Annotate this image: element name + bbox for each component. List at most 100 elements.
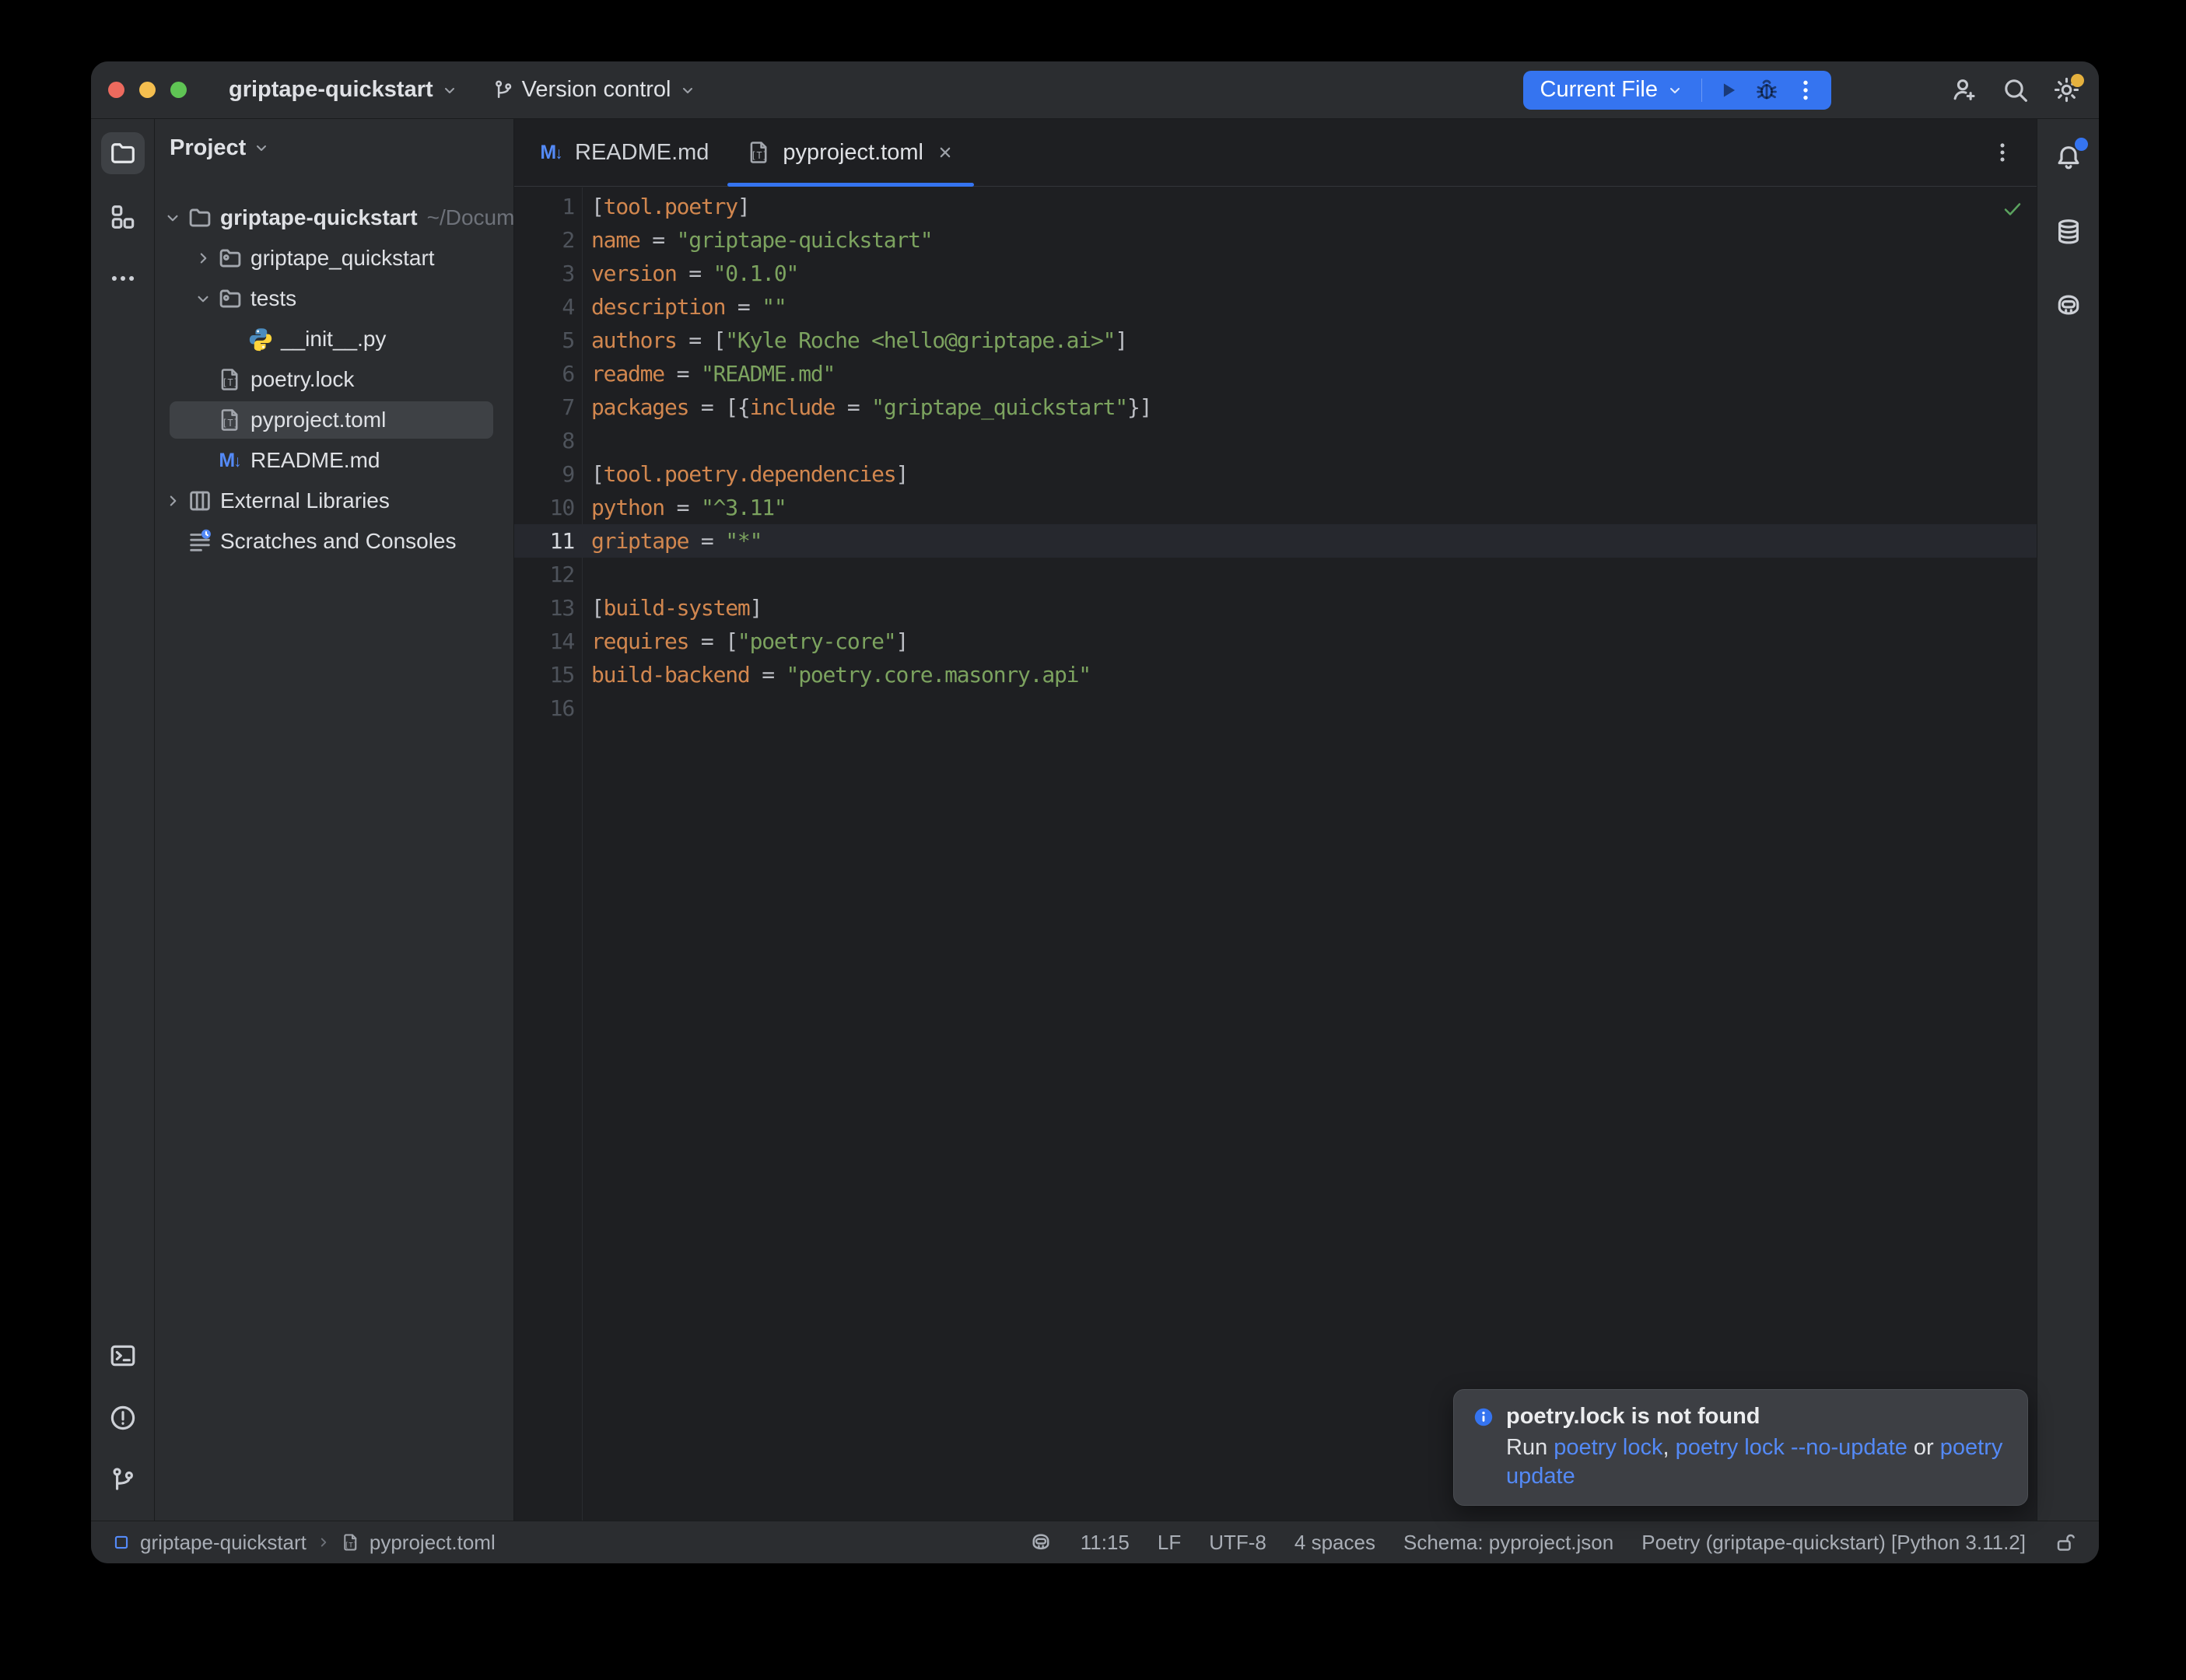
code-token: "poetry.core.masonry.api" [786,662,1091,688]
editor-tabs: M↓README.md[T]pyproject.toml [514,119,2037,187]
line-number: 8 [514,428,574,453]
breadcrumb-griptape-quickstart[interactable]: griptape-quickstart [140,1531,307,1555]
code-token: "griptape-quickstart" [677,227,933,253]
project-view-selector[interactable]: Project [155,119,513,177]
chevron-down-icon[interactable] [189,285,217,313]
close-tab-icon[interactable] [935,142,955,163]
notification-badge [2075,138,2088,151]
zoom-window-button[interactable] [170,82,187,98]
tree-item-label: __init__.py [281,327,386,352]
code-token: "griptape_quickstart" [871,394,1127,420]
chevron-right-icon[interactable] [189,244,217,272]
status-schema-pyproject-json[interactable]: Schema: pyproject.json [1403,1531,1613,1555]
line-number: 14 [514,628,574,654]
markdown-icon: M↓ [217,447,243,474]
tree-item-label: pyproject.toml [250,408,386,432]
tab-readme-md[interactable]: M↓README.md [520,119,727,186]
chevron-right-icon[interactable] [159,487,187,515]
problems-tool-button[interactable] [101,1397,145,1439]
code-token: "poetry-core" [737,628,896,654]
project-switcher[interactable]: griptape-quickstart [229,77,459,103]
breadcrumb-pyproject-toml[interactable]: pyproject.toml [370,1531,496,1555]
tab-options-icon[interactable] [1987,137,2018,168]
close-window-button[interactable] [108,82,124,98]
code-token: build-backend [591,662,750,688]
status-utf-8[interactable]: UTF-8 [1209,1531,1266,1555]
code-token: name [591,227,640,253]
tree-item-griptape-quickstart[interactable]: griptape-quickstart~/Docume [155,198,513,238]
tree-item-label: README.md [250,448,380,473]
code-line-text: build-backend = "poetry.core.masonry.api… [574,662,1091,688]
line-number: 7 [514,394,574,420]
code-token: [ [591,194,604,219]
tree-item-label: griptape-quickstart [220,205,418,230]
tree-item-external-libraries[interactable]: External Libraries [155,481,513,521]
status-11-15[interactable]: 11:15 [1081,1531,1130,1555]
structure-tool-button[interactable] [101,196,145,238]
code-token: description [591,294,725,320]
code-token: griptape [591,528,688,554]
status-poetry-griptape-quickstart-python-3-11-2[interactable]: Poetry (griptape-quickstart) [Python 3.1… [1641,1531,2026,1555]
minimize-window-button[interactable] [139,82,156,98]
tab-pyproject-toml[interactable]: [T]pyproject.toml [727,119,974,186]
project-tree: griptape-quickstart~/Docume griptape_quic… [155,198,513,562]
code-line-12: 12 [514,558,2037,591]
code-token: = [664,495,701,520]
tree-item-griptape-quickstart[interactable]: griptape_quickstart [155,238,513,278]
link-poetry-lock[interactable]: poetry lock [1554,1435,1662,1460]
markdown-icon: M↓ [538,139,565,166]
chevron-down-icon[interactable] [159,204,187,232]
git-tool-button[interactable] [101,1459,145,1501]
code-token: = [ [677,327,726,353]
search-everywhere-icon[interactable] [1999,75,2030,106]
lock-open-icon[interactable] [2054,1531,2077,1554]
scratch-icon [187,528,213,555]
code-editor[interactable]: 1[tool.poetry]2name = "griptape-quicksta… [514,187,2037,1521]
tree-item-label: griptape_quickstart [250,246,435,271]
code-with-me-icon[interactable] [1948,75,1979,106]
toml-icon: [T] [746,139,772,166]
tree-item-scratches-and-consoles[interactable]: Scratches and Consoles [155,521,513,562]
project-tool-button[interactable] [101,132,145,174]
tree-item-label: tests [250,286,296,311]
code-line-9: 9[tool.poetry.dependencies] [514,457,2037,491]
window-controls [108,82,187,98]
code-line-8: 8 [514,424,2037,457]
svg-text:[T]: [T] [345,1541,358,1549]
code-token: tool.poetry.dependencies [604,461,896,487]
tree-item-readme-md[interactable]: M↓ README.md [155,440,513,481]
run-config-selector[interactable]: Current File [1536,77,1690,103]
code-line-text: version = "0.1.0" [574,261,798,286]
run-widget: Current File [1523,71,1832,110]
inspections-ok-icon[interactable] [2001,197,2024,220]
info-icon [1473,1406,1494,1428]
status-4-spaces[interactable]: 4 spaces [1294,1531,1375,1555]
line-number: 2 [514,227,574,253]
package-icon [217,285,243,312]
run-button[interactable] [1715,77,1741,103]
database-tool-button[interactable] [2047,211,2090,253]
settings-icon[interactable] [2051,75,2082,106]
toml-icon: [T] [341,1532,361,1552]
more-run-options-icon[interactable] [1792,77,1819,103]
notifications-button[interactable] [2047,137,2090,179]
vcs-widget[interactable]: Version control [492,77,697,103]
link-poetry-lock-no-update[interactable]: poetry lock --no-update [1676,1435,1907,1460]
project-name: griptape-quickstart [229,77,433,103]
tree-item-init-py[interactable]: __init__.py [155,319,513,359]
copilot-icon[interactable] [1029,1531,1053,1554]
code-line-14: 14requires = ["poetry-core"] [514,625,2037,658]
tree-item-tests[interactable]: tests [155,278,513,319]
status-widgets: 11:15 LF UTF-8 4 spaces Schema: pyproject.js… [1029,1531,2077,1555]
module-icon [111,1532,131,1552]
code-token: "" [762,294,786,320]
terminal-tool-button[interactable] [101,1335,145,1377]
ide-window: griptape-quickstart Version control Curr… [91,61,2099,1563]
status-lf[interactable]: LF [1158,1531,1181,1555]
more-tool-windows-button[interactable] [101,257,145,299]
tree-item-poetry-lock[interactable]: [T]poetry.lock [155,359,513,400]
notification-text: Run [1506,1435,1554,1460]
copilot-tool-button[interactable] [2047,285,2090,327]
tree-item-pyproject-toml[interactable]: [T]pyproject.toml [155,400,513,440]
debug-button[interactable] [1753,77,1780,103]
